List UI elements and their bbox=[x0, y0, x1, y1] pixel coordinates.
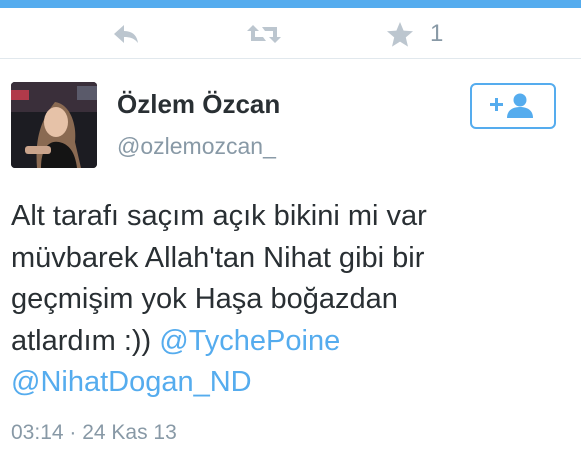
author-handle[interactable]: @ozlemozcan_ bbox=[117, 133, 276, 160]
tweet-line: Alt tarafı saçım açık bikini mi var bbox=[11, 200, 427, 232]
avatar-photo bbox=[11, 82, 97, 168]
star-icon bbox=[387, 21, 413, 47]
favorite-button[interactable]: 1 bbox=[386, 16, 443, 52]
author-name[interactable]: Özlem Özcan bbox=[117, 89, 280, 120]
retweet-button[interactable] bbox=[246, 16, 282, 52]
mention-link[interactable]: @NihatDogan_ND bbox=[11, 366, 252, 398]
follow-user-icon bbox=[490, 93, 533, 118]
retweet-icon bbox=[247, 25, 281, 43]
tweet-line: atlardım :)) @TychePoine bbox=[11, 321, 571, 363]
tweet-text: Alt tarafı saçım açık bikini mi var müvb… bbox=[11, 196, 571, 404]
author-avatar[interactable] bbox=[11, 82, 97, 168]
tweet-line-text: atlardım :)) bbox=[11, 324, 160, 357]
tweet-timestamp[interactable]: 03:14 · 24 Kas 13 bbox=[11, 421, 177, 445]
tweet-line: geçmişim yok Haşa boğazdan bbox=[11, 283, 398, 315]
tweet-line: müvbarek Allah'tan Nihat gibi bir bbox=[11, 241, 425, 274]
reply-icon bbox=[114, 25, 138, 43]
tweet-action-bar: 1 bbox=[0, 8, 581, 59]
reply-button[interactable] bbox=[112, 16, 140, 52]
follow-button[interactable] bbox=[470, 83, 556, 129]
top-accent-bar bbox=[0, 0, 581, 8]
mention-link[interactable]: @TychePoine bbox=[159, 325, 340, 357]
favorite-count: 1 bbox=[430, 20, 444, 47]
tweet-line: @NihatDogan_ND bbox=[11, 362, 571, 404]
